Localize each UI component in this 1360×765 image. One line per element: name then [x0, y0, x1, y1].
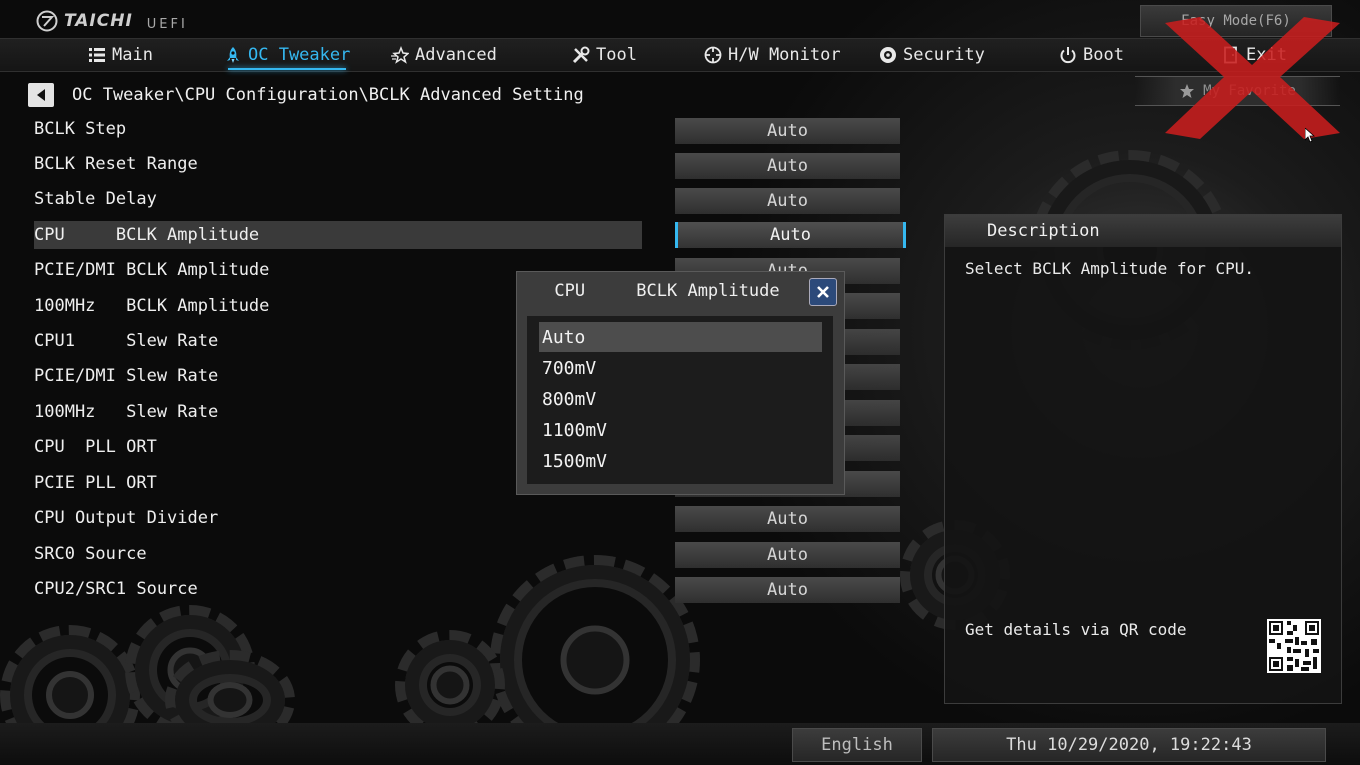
- popup-option-700mv[interactable]: 700mV: [539, 353, 822, 383]
- tab-tool[interactable]: Tool: [572, 39, 637, 71]
- brand-sub: UEFI: [146, 16, 188, 32]
- tab-label: Main: [112, 45, 153, 65]
- brand-name: TAICHI: [64, 11, 133, 31]
- tab-label: Security: [903, 45, 985, 65]
- setting-value-dropdown[interactable]: Auto: [675, 577, 900, 603]
- shield-icon: [880, 47, 896, 63]
- setting-label: CPU BCLK Amplitude: [34, 225, 260, 245]
- close-icon: [817, 286, 829, 298]
- tab-label: Boot: [1083, 45, 1124, 65]
- list-icon: [89, 48, 105, 62]
- setting-label: 100MHz BCLK Amplitude: [34, 296, 270, 316]
- setting-value-dropdown[interactable]: Auto: [675, 188, 900, 214]
- setting-row-bclk-step[interactable]: BCLK Step: [34, 115, 642, 143]
- popup-title: CPU BCLK Amplitude: [554, 281, 780, 301]
- setting-label: CPU2/SRC1 Source: [34, 579, 198, 599]
- language-button[interactable]: English: [792, 728, 922, 762]
- datetime-display: Thu 10/29/2020, 19:22:43: [932, 728, 1326, 762]
- tab-label: Tool: [596, 45, 637, 65]
- setting-row-cpu-bclk-amplitude[interactable]: CPU BCLK Amplitude: [34, 221, 642, 249]
- brand: TAICHI UEFI: [36, 9, 188, 33]
- crosshair-icon: [704, 46, 722, 64]
- qr-code-icon[interactable]: [1267, 619, 1321, 673]
- amplitude-popup-dialog: CPU BCLK Amplitude Auto 700mV 800mV 1100…: [516, 271, 845, 495]
- setting-value-dropdown[interactable]: Auto: [675, 118, 900, 144]
- qr-label: Get details via QR code: [965, 620, 1187, 639]
- easy-mode-button[interactable]: Easy Mode(F6): [1140, 5, 1332, 37]
- tab-exit[interactable]: Exit: [1222, 39, 1287, 71]
- tab-advanced[interactable]: Advanced: [391, 39, 497, 71]
- star-icon: [391, 46, 409, 64]
- description-text: Select BCLK Amplitude for CPU.: [965, 259, 1254, 278]
- mouse-cursor-icon: [1305, 128, 1315, 142]
- taichi-logo-icon: [36, 10, 58, 32]
- description-panel: Description Select BCLK Amplitude for CP…: [944, 214, 1342, 704]
- setting-row-src0-source[interactable]: SRC0 Source: [34, 540, 642, 568]
- popup-option-1100mv[interactable]: 1100mV: [539, 415, 822, 445]
- tab-label: Exit: [1246, 45, 1287, 65]
- setting-row-bclk-reset-range[interactable]: BCLK Reset Range: [34, 150, 642, 178]
- popup-option-1500mv[interactable]: 1500mV: [539, 446, 822, 476]
- setting-label: SRC0 Source: [34, 544, 147, 564]
- tab-security[interactable]: Security: [879, 39, 985, 71]
- setting-row-cpu-output-divider[interactable]: CPU Output Divider: [34, 504, 642, 532]
- tab-oc-tweaker[interactable]: OC Tweaker: [224, 39, 350, 71]
- breadcrumb-path: OC Tweaker\CPU Configuration\BCLK Advanc…: [72, 85, 584, 105]
- setting-label: PCIE/DMI BCLK Amplitude: [34, 260, 270, 280]
- star-icon: [1180, 84, 1195, 98]
- popup-option-auto[interactable]: Auto: [539, 322, 822, 352]
- tab-boot[interactable]: Boot: [1059, 39, 1124, 71]
- exit-door-icon: [1224, 46, 1237, 64]
- setting-label: Stable Delay: [34, 189, 157, 209]
- tab-label: H/W Monitor: [728, 45, 841, 65]
- setting-label: BCLK Reset Range: [34, 154, 198, 174]
- back-arrow-icon: [37, 89, 45, 101]
- setting-label: CPU Output Divider: [34, 508, 219, 528]
- breadcrumb: OC Tweaker\CPU Configuration\BCLK Advanc…: [28, 82, 584, 108]
- setting-value-dropdown[interactable]: Auto: [675, 222, 906, 248]
- setting-value-dropdown[interactable]: Auto: [675, 542, 900, 568]
- setting-label: CPU PLL ORT: [34, 437, 157, 457]
- setting-label: CPU1 Slew Rate: [34, 331, 219, 351]
- popup-option-800mv[interactable]: 800mV: [539, 384, 822, 414]
- main-menu-bar: Main OC Tweaker Advanced Tool H/W Monito…: [0, 38, 1360, 72]
- popup-option-list: Auto 700mV 800mV 1100mV 1500mV: [527, 316, 833, 484]
- setting-row-stable-delay[interactable]: Stable Delay: [34, 185, 642, 213]
- tab-label: Advanced: [415, 45, 497, 65]
- description-header: Description: [945, 215, 1341, 247]
- setting-label: PCIE/DMI Slew Rate: [34, 366, 219, 386]
- setting-value-dropdown[interactable]: Auto: [675, 506, 900, 532]
- setting-label: 100MHz Slew Rate: [34, 402, 219, 422]
- setting-label: PCIE PLL ORT: [34, 473, 157, 493]
- tab-hw-monitor[interactable]: H/W Monitor: [704, 39, 841, 71]
- description-title: Description: [987, 221, 1100, 241]
- setting-label: BCLK Step: [34, 119, 127, 139]
- setting-value-dropdown[interactable]: Auto: [675, 153, 900, 179]
- footer-bar: English Thu 10/29/2020, 19:22:43: [0, 723, 1360, 765]
- popup-close-button[interactable]: [809, 278, 837, 306]
- back-button[interactable]: [28, 83, 54, 107]
- tab-main[interactable]: Main: [88, 39, 153, 71]
- setting-row-cpu2-src1-source[interactable]: CPU2/SRC1 Source: [34, 575, 642, 603]
- tab-label: OC Tweaker: [248, 45, 351, 65]
- favorite-label: My Favorite: [1203, 83, 1296, 99]
- my-favorite-button[interactable]: My Favorite: [1135, 76, 1340, 106]
- rocket-icon: [227, 47, 239, 63]
- tools-icon: [572, 46, 590, 64]
- power-icon: [1060, 47, 1076, 64]
